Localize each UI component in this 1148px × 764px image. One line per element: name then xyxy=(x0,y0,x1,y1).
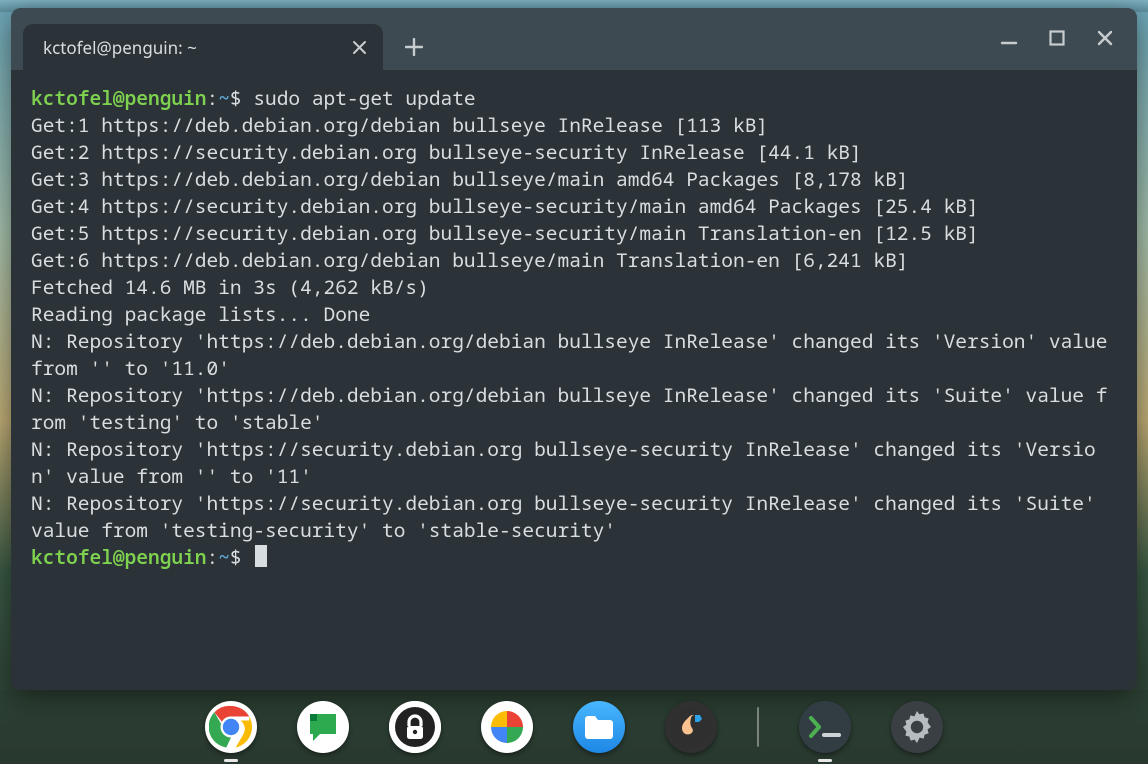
shelf-divider xyxy=(757,707,759,747)
output-line: N: Repository 'https://deb.debian.org/de… xyxy=(31,327,1119,381)
tab-strip: kctofel@penguin: ~ xyxy=(11,8,1137,70)
prompt-path: ~ xyxy=(218,84,230,111)
terminal-icon xyxy=(808,715,842,739)
terminal-body[interactable]: kctofel@penguin:~$ sudo apt-get update G… xyxy=(11,70,1137,690)
prompt-sep1: : xyxy=(207,543,219,570)
output-line: N: Repository 'https://security.debian.o… xyxy=(31,435,1096,489)
close-icon xyxy=(1096,29,1114,47)
output-line: Get:3 https://deb.debian.org/debian bull… xyxy=(31,165,909,192)
output-line: Reading package lists... Done xyxy=(31,300,370,327)
close-tab-button[interactable] xyxy=(345,33,373,61)
photos-icon xyxy=(487,707,527,747)
output-line: Get:2 https://security.debian.org bullse… xyxy=(31,138,862,165)
minimize-button[interactable] xyxy=(987,18,1031,58)
tab-title: kctofel@penguin: ~ xyxy=(43,36,345,59)
output-line: Get:5 https://security.debian.org bullse… xyxy=(31,219,979,246)
shelf xyxy=(0,690,1148,764)
tab-terminal[interactable]: kctofel@penguin: ~ xyxy=(23,24,383,70)
shelf-app-settings[interactable] xyxy=(891,701,943,753)
output-line: Fetched 14.6 MB in 3s (4,262 kB/s) xyxy=(31,273,429,300)
terminal-window: kctofel@penguin: ~ kctofel@penguin:~$ su… xyxy=(11,8,1137,690)
prompt-user: kctofel@penguin xyxy=(31,84,207,111)
maximize-button[interactable] xyxy=(1035,18,1079,58)
chrome-icon xyxy=(209,705,253,749)
prompt-sep2: $ xyxy=(230,543,253,570)
command-1: sudo apt-get update xyxy=(253,84,475,111)
minimize-icon xyxy=(1000,29,1018,47)
shelf-app-muscle[interactable] xyxy=(665,701,717,753)
output-line: N: Repository 'https://deb.debian.org/de… xyxy=(31,381,1107,435)
prompt-path: ~ xyxy=(218,543,230,570)
close-window-button[interactable] xyxy=(1083,18,1127,58)
prompt-user: kctofel@penguin xyxy=(31,543,207,570)
shelf-app-terminal[interactable] xyxy=(799,701,851,753)
plus-icon xyxy=(405,38,423,56)
shelf-app-secrets[interactable] xyxy=(389,701,441,753)
window-controls xyxy=(987,18,1127,58)
close-icon xyxy=(352,40,367,55)
prompt-sep2: $ xyxy=(230,84,253,111)
cursor xyxy=(255,545,267,567)
shelf-app-chat[interactable] xyxy=(297,701,349,753)
output-line: Get:1 https://deb.debian.org/debian bull… xyxy=(31,111,768,138)
muscle-icon xyxy=(671,707,711,747)
new-tab-button[interactable] xyxy=(395,28,433,66)
output-line: Get:4 https://security.debian.org bullse… xyxy=(31,192,979,219)
shelf-app-chrome[interactable] xyxy=(205,701,257,753)
chat-icon xyxy=(306,710,340,744)
shelf-app-photos[interactable] xyxy=(481,701,533,753)
folder-icon xyxy=(583,713,615,741)
maximize-icon xyxy=(1048,29,1066,47)
prompt-sep1: : xyxy=(207,84,219,111)
lock-icon xyxy=(389,701,441,753)
output-line: N: Repository 'https://security.debian.o… xyxy=(31,489,1107,543)
shelf-app-files[interactable] xyxy=(573,701,625,753)
output-line: Get:6 https://deb.debian.org/debian bull… xyxy=(31,246,909,273)
gear-icon xyxy=(899,709,935,745)
